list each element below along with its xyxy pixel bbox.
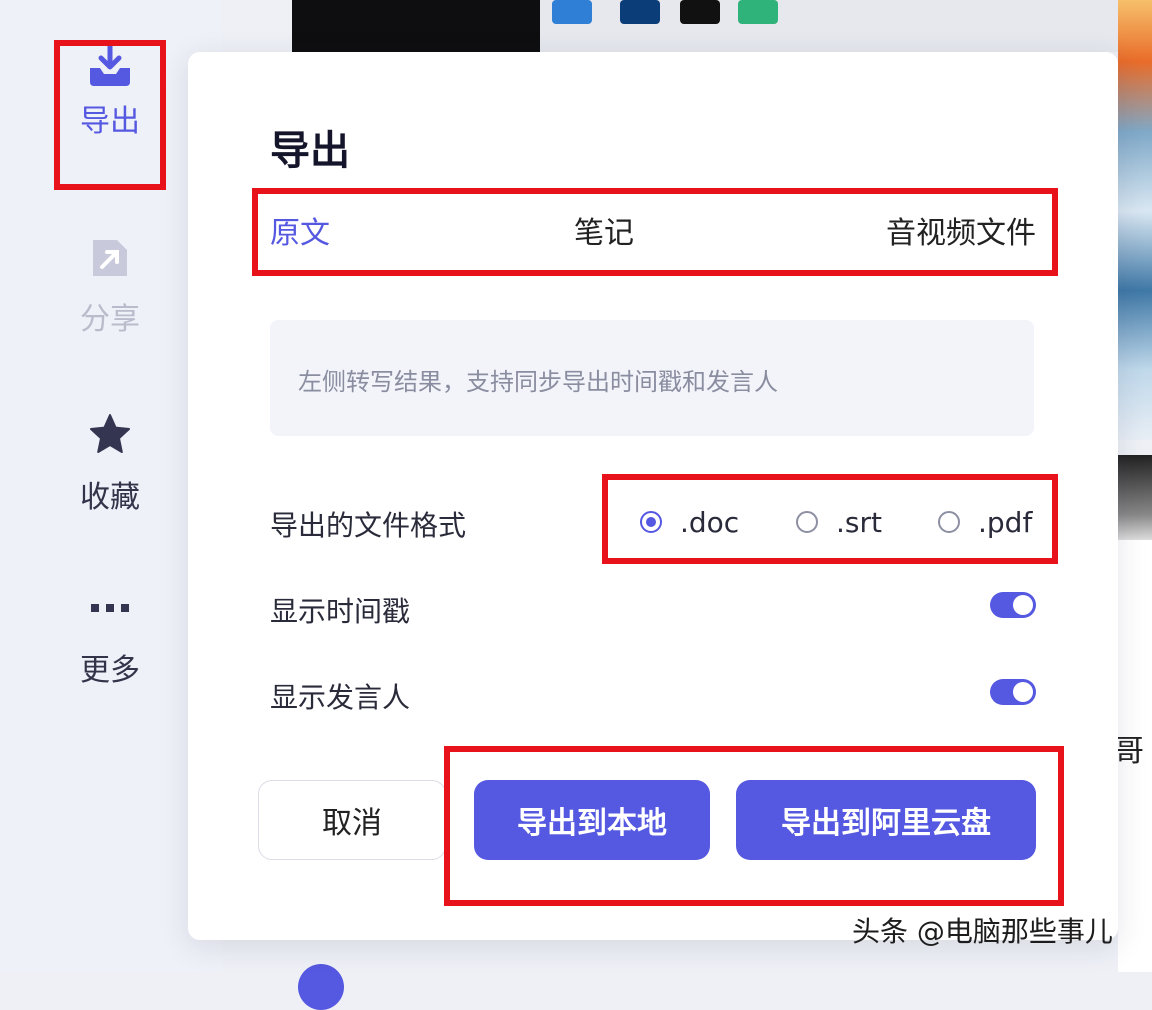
- cancel-button[interactable]: 取消: [258, 780, 446, 860]
- annotation-box-format: [602, 474, 1058, 564]
- desktop-photoshop-icon: [620, 0, 660, 24]
- dialog-title: 导出: [270, 128, 350, 174]
- background-avatar: [298, 964, 344, 1010]
- sidebar-item-favorite[interactable]: 收藏: [55, 412, 165, 518]
- watermark: 头条 @电脑那些事儿: [852, 915, 1113, 948]
- description-box: 左侧转写结果，支持同步导出时间戳和发言人: [270, 320, 1034, 436]
- sidebar-item-label: 更多: [80, 653, 140, 688]
- sidebar-item-share[interactable]: 分享: [55, 236, 165, 340]
- show-speaker-label: 显示发言人: [270, 681, 411, 714]
- annotation-box-tabs: [252, 188, 1058, 276]
- more-dots-icon: [55, 598, 165, 617]
- background-photo: [1118, 0, 1152, 440]
- show-timestamp-label: 显示时间戳: [270, 595, 411, 628]
- show-timestamp-toggle[interactable]: [990, 592, 1036, 618]
- sidebar-item-more[interactable]: 更多: [55, 598, 165, 691]
- format-label: 导出的文件格式: [270, 509, 467, 542]
- background-heading-fragment: 哥: [1114, 734, 1144, 769]
- sidebar-item-label: 分享: [80, 302, 140, 337]
- background-desktop-strip: [540, 0, 1118, 52]
- sidebar-item-label: 收藏: [80, 480, 140, 515]
- star-icon: [55, 412, 165, 460]
- description-text: 左侧转写结果，支持同步导出时间戳和发言人: [298, 368, 778, 396]
- background-photo-2: [1118, 455, 1152, 540]
- desktop-app-icon-green: [738, 0, 778, 24]
- annotation-box-export: [54, 40, 166, 190]
- share-arrow-icon: [55, 236, 165, 284]
- annotation-box-buttons: [444, 746, 1064, 906]
- background-video-strip: [292, 0, 540, 52]
- show-speaker-toggle[interactable]: [990, 679, 1036, 705]
- desktop-app-icon: [552, 0, 592, 24]
- desktop-capcut-icon: [680, 0, 720, 24]
